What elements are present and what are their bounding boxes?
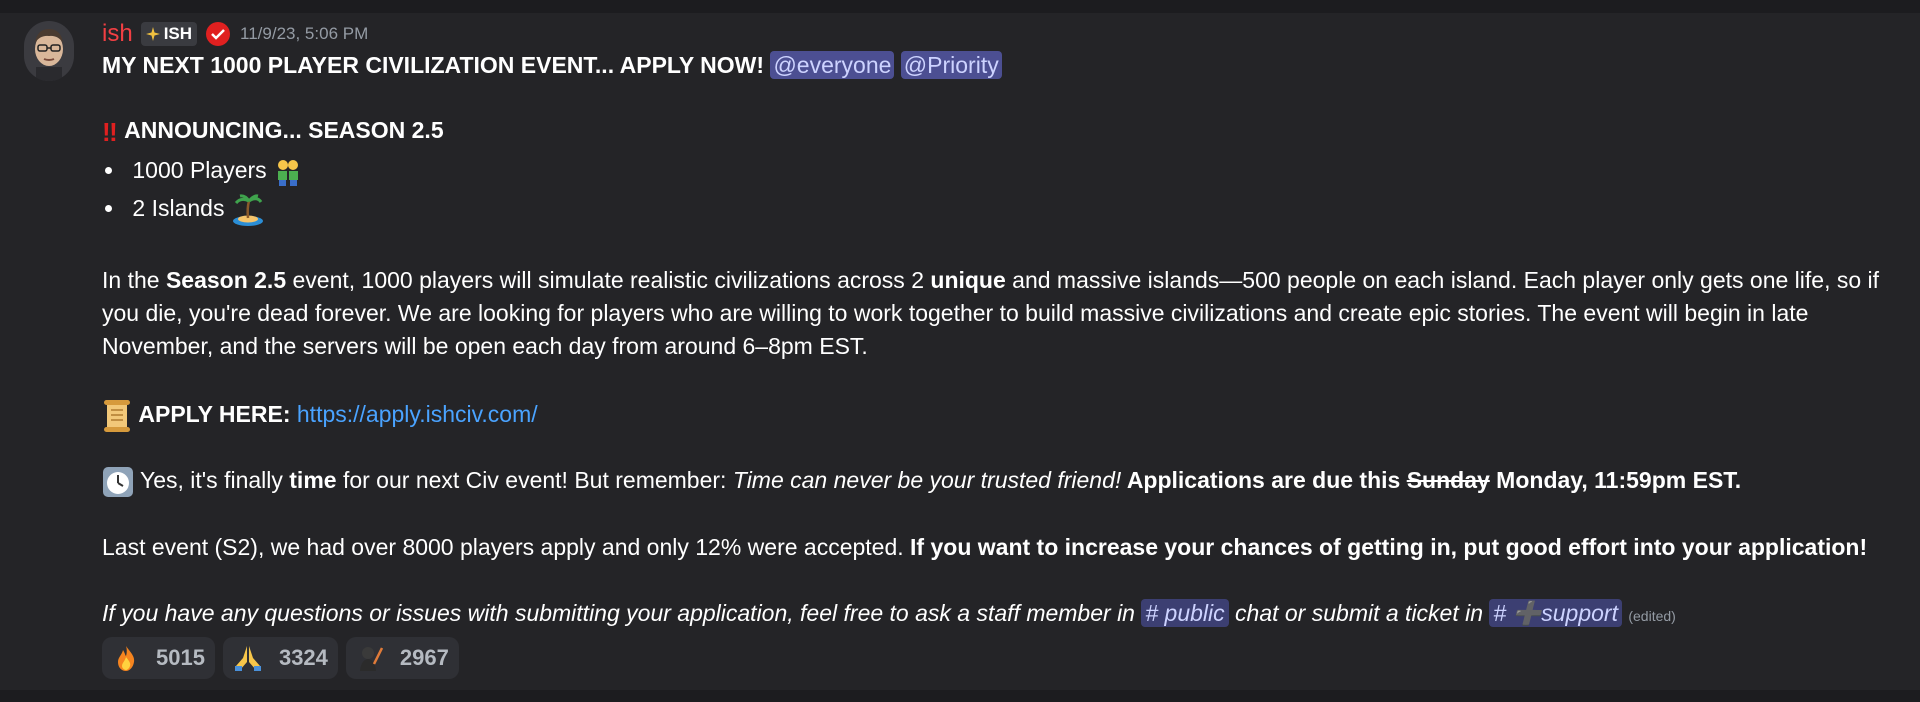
mention-everyone[interactable]: @everyone [770, 51, 895, 79]
reaction-fire[interactable]: 5015 [102, 637, 215, 679]
deadline-bold-monday: Monday, 11:59pm EST. [1489, 467, 1742, 493]
para-bold-unique: unique [930, 267, 1006, 293]
bullet-text-players: 1000 Players [132, 157, 267, 183]
deadline-line: Yes, it's finally time for our next Civ … [102, 464, 1741, 498]
top-divider [0, 0, 1920, 13]
people-emoji-icon [278, 159, 299, 186]
apply-link[interactable]: https://apply.ishciv.com/ [297, 401, 538, 427]
reaction-custom[interactable]: 2967 [345, 637, 459, 679]
deadline-italic-quote: Time can never be your trusted friend! [732, 467, 1122, 493]
message-header: ish ISH 11/9/23, 5:06 PM [102, 19, 368, 49]
server-tag-label: ISH [163, 24, 193, 43]
bullet-item: 1000 Players [102, 154, 303, 187]
bullet-item: 2 Islands [102, 192, 265, 227]
para-text: event, 1000 players will simulate realis… [286, 267, 931, 293]
last-event-text: Last event (S2), we had over 8000 player… [102, 534, 911, 560]
sparkle-icon [145, 27, 160, 41]
bullet-text-islands: 2 Islands [132, 195, 225, 221]
questions-text: chat or submit a ticket in [1228, 600, 1490, 626]
username[interactable]: ish [102, 20, 133, 48]
announce-text: ANNOUNCING... SEASON 2.5 [124, 117, 444, 143]
island-emoji-icon [232, 194, 263, 226]
deadline-text: for our next Civ event! But remember: [336, 467, 733, 493]
timestamp[interactable]: 11/9/23, 5:06 PM [240, 24, 368, 44]
reactions-bar: 5015 3324 2967 [102, 637, 459, 679]
verified-check-icon [206, 22, 231, 46]
bottom-divider [0, 690, 1920, 702]
last-event-line: Last event (S2), we had over 8000 player… [102, 531, 1867, 563]
server-tag[interactable]: ISH [140, 22, 198, 46]
scroll-emoji-icon [104, 399, 130, 432]
mention-priority[interactable]: @Priority [900, 51, 1002, 79]
channel-public[interactable]: # public [1141, 599, 1229, 627]
custom-emoji-icon [359, 647, 384, 671]
bullet-icon [105, 205, 112, 212]
para-text: In the [102, 267, 166, 293]
apply-label: APPLY HERE: [138, 401, 291, 427]
questions-text: If you have any questions or issues with… [102, 600, 1142, 626]
folded-hands-icon [234, 646, 261, 671]
reaction-count: 3324 [278, 645, 328, 670]
apply-line: APPLY HERE: https://apply.ishciv.com/ [102, 398, 538, 433]
deadline-bold-time: time [289, 467, 337, 493]
para-bold-season: Season 2.5 [165, 267, 287, 293]
channel-support[interactable]: # ➕support [1489, 599, 1622, 627]
reaction-count: 2967 [399, 645, 449, 670]
description-paragraph: In the Season 2.5 event, 1000 players wi… [102, 264, 1892, 363]
deadline-text: Yes, it's finally [139, 467, 290, 493]
reaction-count: 5015 [156, 645, 205, 670]
edited-label: (edited) [1628, 608, 1676, 624]
announce-line: ‼ ANNOUNCING... SEASON 2.5 [102, 114, 444, 148]
headline: MY NEXT 1000 PLAYER CIVILIZATION EVENT..… [102, 52, 765, 78]
last-event-bold: If you want to increase your chances of … [910, 534, 1868, 560]
fire-icon [118, 646, 135, 671]
chat-message[interactable]: ish ISH 11/9/23, 5:06 PM MY NEXT 1000 PL… [0, 13, 1920, 690]
clock-emoji-icon [103, 466, 133, 497]
deadline-strike-sunday: Sunday [1406, 467, 1490, 493]
questions-line: If you have any questions or issues with… [102, 597, 1676, 632]
bullet-icon [105, 167, 112, 174]
headline-line: MY NEXT 1000 PLAYER CIVILIZATION EVENT..… [102, 49, 1002, 81]
deadline-bold: Applications are due this [1121, 467, 1407, 493]
reaction-pray[interactable]: 3324 [222, 637, 338, 679]
avatar[interactable] [24, 21, 74, 81]
double-exclamation-icon: ‼ [102, 116, 118, 147]
